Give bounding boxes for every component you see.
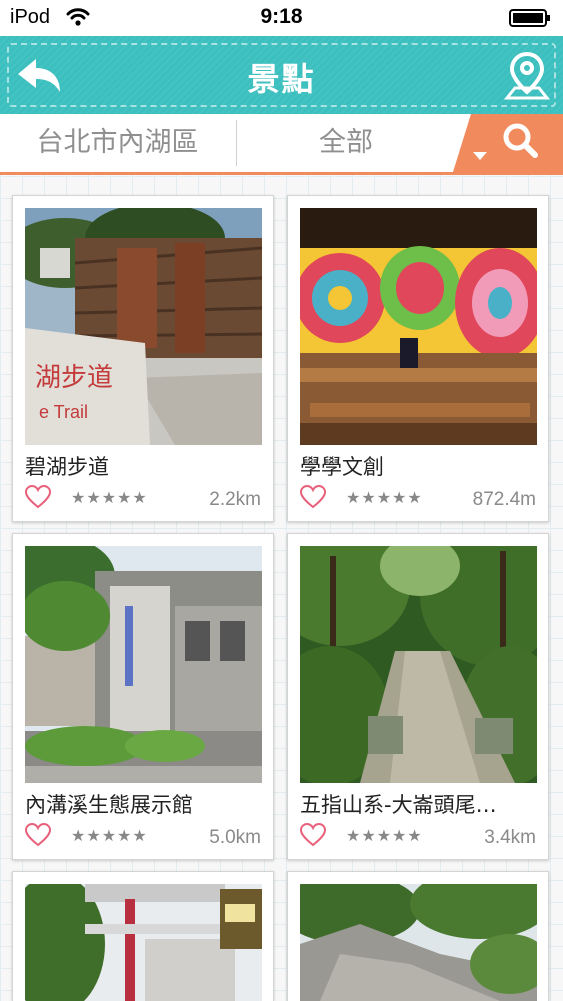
rating-stars: ★★★★★: [346, 488, 423, 507]
heart-icon[interactable]: [24, 822, 52, 847]
spot-name: 內溝溪生態展示館: [25, 793, 193, 817]
category-filter[interactable]: 全部: [237, 114, 455, 172]
spot-photo: 湖步道 e Trail: [25, 208, 262, 445]
spot-name: 碧湖步道: [25, 455, 109, 479]
spot-photo: [300, 208, 537, 445]
heart-icon[interactable]: [24, 484, 52, 509]
spot-card[interactable]: [287, 871, 549, 1001]
map-button[interactable]: [503, 50, 551, 102]
page-title: 景點: [247, 60, 316, 98]
district-filter[interactable]: 台北市內湖區: [0, 114, 235, 172]
spot-name: 學學文創: [300, 455, 384, 479]
spot-distance: 5.0km: [209, 827, 261, 848]
heart-icon[interactable]: [299, 484, 327, 509]
spot-card[interactable]: 內溝溪生態展示館 ★★★★★ 5.0km: [12, 533, 274, 860]
sign-subtext: e Trail: [39, 402, 88, 422]
spot-photo: [300, 546, 537, 783]
spot-card[interactable]: [12, 871, 274, 1001]
spot-distance: 872.4m: [472, 489, 536, 510]
search-button-shape: [453, 114, 563, 172]
spot-photo: [25, 546, 262, 783]
spot-distance: 3.4km: [484, 827, 536, 848]
spot-distance: 2.2km: [209, 489, 261, 510]
spot-name: 五指山系-大崙頭尾…: [300, 793, 497, 817]
status-bar: iPod 9:18: [0, 0, 563, 36]
battery-icon: [509, 9, 551, 31]
spot-photo: [25, 884, 262, 1001]
spot-card[interactable]: 五指山系-大崙頭尾… ★★★★★ 3.4km: [287, 533, 549, 860]
search-button[interactable]: [453, 114, 563, 172]
nav-bar: 景點: [0, 36, 563, 114]
spot-card[interactable]: 學學文創 ★★★★★ 872.4m: [287, 195, 549, 522]
rating-stars: ★★★★★: [346, 826, 423, 845]
heart-icon[interactable]: [299, 822, 327, 847]
map-pin-icon: [503, 51, 551, 100]
sign-text: 湖步道: [35, 362, 113, 392]
rating-stars: ★★★★★: [71, 488, 148, 507]
spot-photo: [300, 884, 537, 1001]
filter-bar: 台北市內湖區 全部: [0, 114, 563, 175]
status-time: 9:18: [260, 5, 303, 28]
rating-stars: ★★★★★: [71, 826, 148, 845]
spot-card[interactable]: 湖步道 e Trail 碧湖步道 ★★★★★ 2.2km: [12, 195, 274, 522]
